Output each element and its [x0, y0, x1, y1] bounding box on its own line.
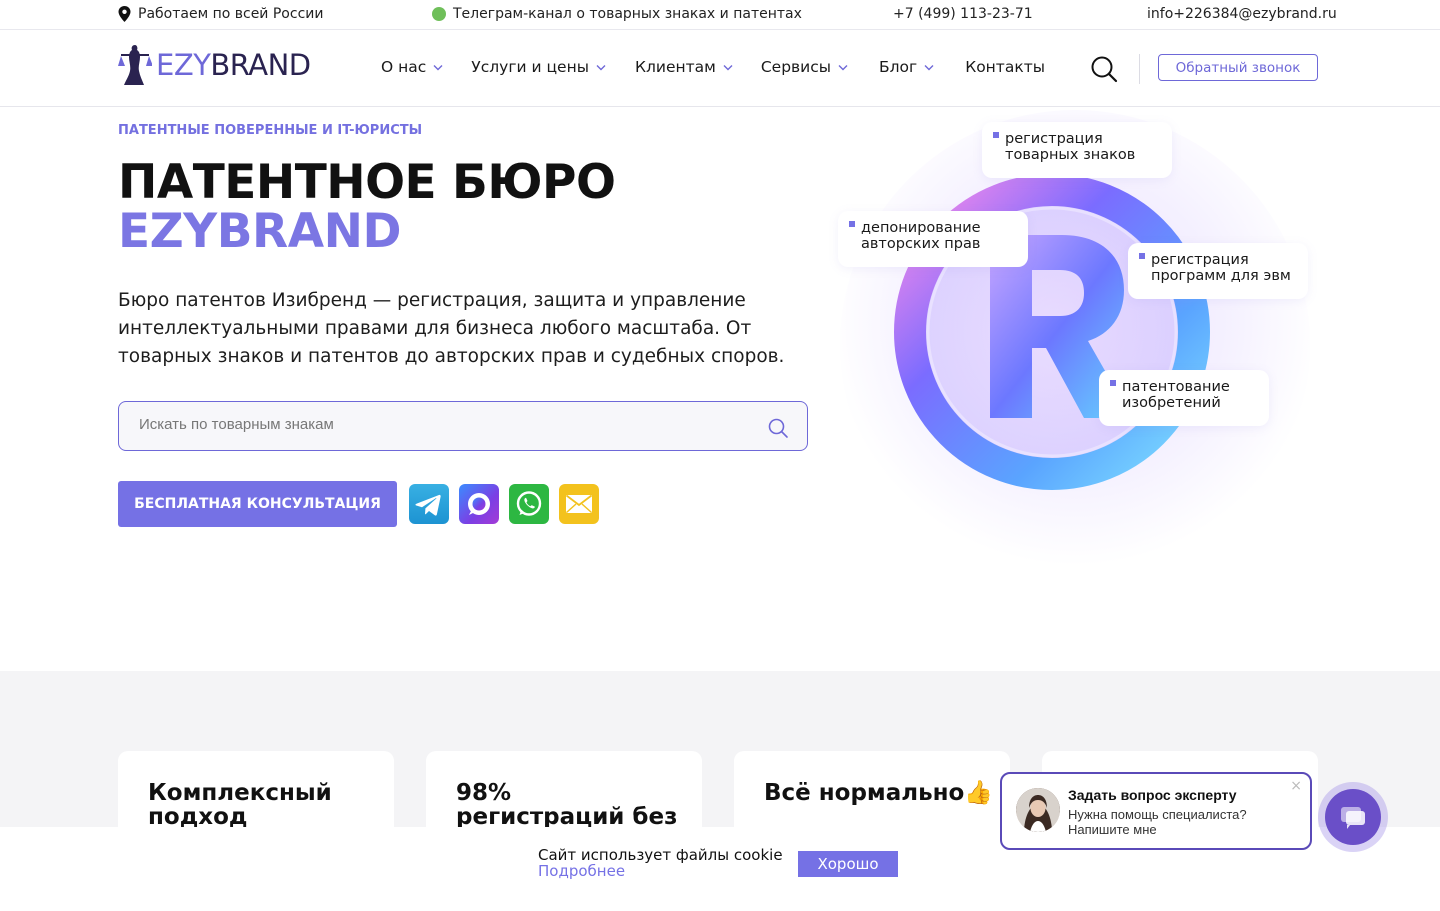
- chat-title: Задать вопрос эксперту: [1068, 787, 1237, 803]
- callback-button[interactable]: Обратный звонок: [1158, 54, 1318, 81]
- cookie-text: Сайт использует файлы cookie Подробнее: [538, 847, 783, 879]
- chip-invention-patenting: патентование изобретений: [1099, 370, 1269, 426]
- page-title: ПАТЕНТНОЕ БЮРО EZYBRAND: [118, 155, 616, 259]
- nav-label: Услуги и цены: [471, 58, 589, 76]
- close-icon[interactable]: ×: [1290, 778, 1302, 794]
- feature-title: Всё нормально👍: [764, 780, 993, 806]
- themis-logo-icon: [118, 45, 152, 85]
- site-header: EZYBRAND О нас Услуги и цены Клиентам Се…: [0, 30, 1440, 107]
- expert-avatar: [1016, 788, 1060, 832]
- title-line-2: EZYBRAND: [118, 204, 401, 259]
- title-line-1: ПАТЕНТНОЕ БЮРО: [118, 155, 616, 210]
- chevron-down-icon: [838, 64, 848, 70]
- location-pin-icon: [118, 6, 131, 22]
- nav-label: О нас: [381, 58, 427, 76]
- chip-copyright-deposit: депонирование авторских прав: [838, 211, 1028, 267]
- chat-open-button[interactable]: [1318, 782, 1388, 852]
- logo-prefix: EZY: [156, 48, 211, 82]
- chevron-down-icon: [924, 64, 934, 70]
- trademark-search: [118, 401, 808, 451]
- hero-eyebrow: ПАТЕНТНЫЕ ПОВЕРЕННЫЕ И IT-ЮРИСТЫ: [118, 123, 423, 138]
- telegram-channel-text: Телеграм-канал о товарных знаках и патен…: [453, 6, 802, 22]
- nav-item-services-prices[interactable]: Услуги и цены: [471, 58, 606, 76]
- nav-item-about[interactable]: О нас: [381, 58, 443, 76]
- logo-text: EZYBRAND: [156, 48, 311, 82]
- nav-item-clients[interactable]: Клиентам: [635, 58, 733, 76]
- nav-item-blog[interactable]: Блог: [879, 58, 934, 76]
- telegram-button[interactable]: [409, 484, 449, 524]
- search-icon[interactable]: [767, 417, 789, 439]
- nav-item-tools[interactable]: Сервисы: [761, 58, 848, 76]
- chat-bubble-icon: [1341, 807, 1365, 829]
- phone-link[interactable]: +7 (499) 113-23-71: [893, 6, 1033, 22]
- max-messenger-button[interactable]: [459, 484, 499, 524]
- expert-portrait: [1016, 788, 1060, 832]
- chat-subtitle-1: Нужна помощь специалиста?: [1068, 807, 1247, 822]
- registered-r-icon: [894, 174, 1210, 490]
- location-text: Работаем по всей России: [138, 6, 324, 22]
- chevron-down-icon: [596, 64, 606, 70]
- nav-item-contacts[interactable]: Контакты: [965, 58, 1045, 76]
- max-messenger-icon: [459, 484, 499, 524]
- chip-software-registration: регистрация программ для эвм: [1128, 243, 1308, 299]
- header-divider: [1139, 54, 1140, 84]
- email-text: info+226384@ezybrand.ru: [1147, 6, 1337, 22]
- telegram-channel-link[interactable]: Телеграм-канал о товарных знаках и патен…: [432, 6, 802, 22]
- logo[interactable]: EZYBRAND: [118, 42, 311, 88]
- email-button[interactable]: [559, 484, 599, 524]
- email-link[interactable]: info+226384@ezybrand.ru: [1147, 6, 1337, 22]
- chevron-down-icon: [433, 64, 443, 70]
- whatsapp-icon: [509, 484, 549, 524]
- chat-button-inner: [1325, 789, 1381, 845]
- cookie-more-link[interactable]: Подробнее: [538, 863, 783, 879]
- nav-label: Клиентам: [634, 58, 716, 76]
- whatsapp-button[interactable]: [509, 484, 549, 524]
- registered-trademark-illustration: регистрация товарных знаков депонировани…: [838, 110, 1310, 580]
- nav-label: Блог: [879, 58, 918, 76]
- email-icon: [559, 484, 599, 524]
- location-info: Работаем по всей России: [118, 6, 323, 22]
- chip-trademark-registration: регистрация товарных знаков: [982, 122, 1172, 178]
- search-icon[interactable]: [1090, 55, 1118, 83]
- main-nav: О нас Услуги и цены Клиентам Сервисы Бло…: [381, 58, 1045, 76]
- logo-suffix: BRAND: [210, 48, 311, 82]
- chevron-down-icon: [723, 64, 733, 70]
- free-consultation-button[interactable]: БЕСПЛАТНАЯ КОНСУЛЬТАЦИЯ: [118, 481, 397, 527]
- chat-subtitle-2: Напишите мне: [1068, 822, 1157, 837]
- cookie-accept-button[interactable]: Хорошо: [798, 851, 898, 877]
- feature-title: Комплексный подход: [148, 780, 332, 830]
- nav-label: Сервисы: [760, 58, 832, 76]
- hero-description: Бюро патентов Изибренд — регистрация, за…: [118, 290, 785, 367]
- chat-popup[interactable]: Задать вопрос эксперту Нужна помощь спец…: [1000, 772, 1312, 850]
- nav-label: Контакты: [965, 58, 1045, 76]
- phone-text: +7 (499) 113-23-71: [893, 6, 1033, 22]
- top-bar: Работаем по всей России Телеграм-канал о…: [0, 0, 1440, 30]
- online-dot-icon: [432, 7, 446, 21]
- trademark-search-input[interactable]: [139, 416, 739, 433]
- telegram-icon: [409, 484, 449, 524]
